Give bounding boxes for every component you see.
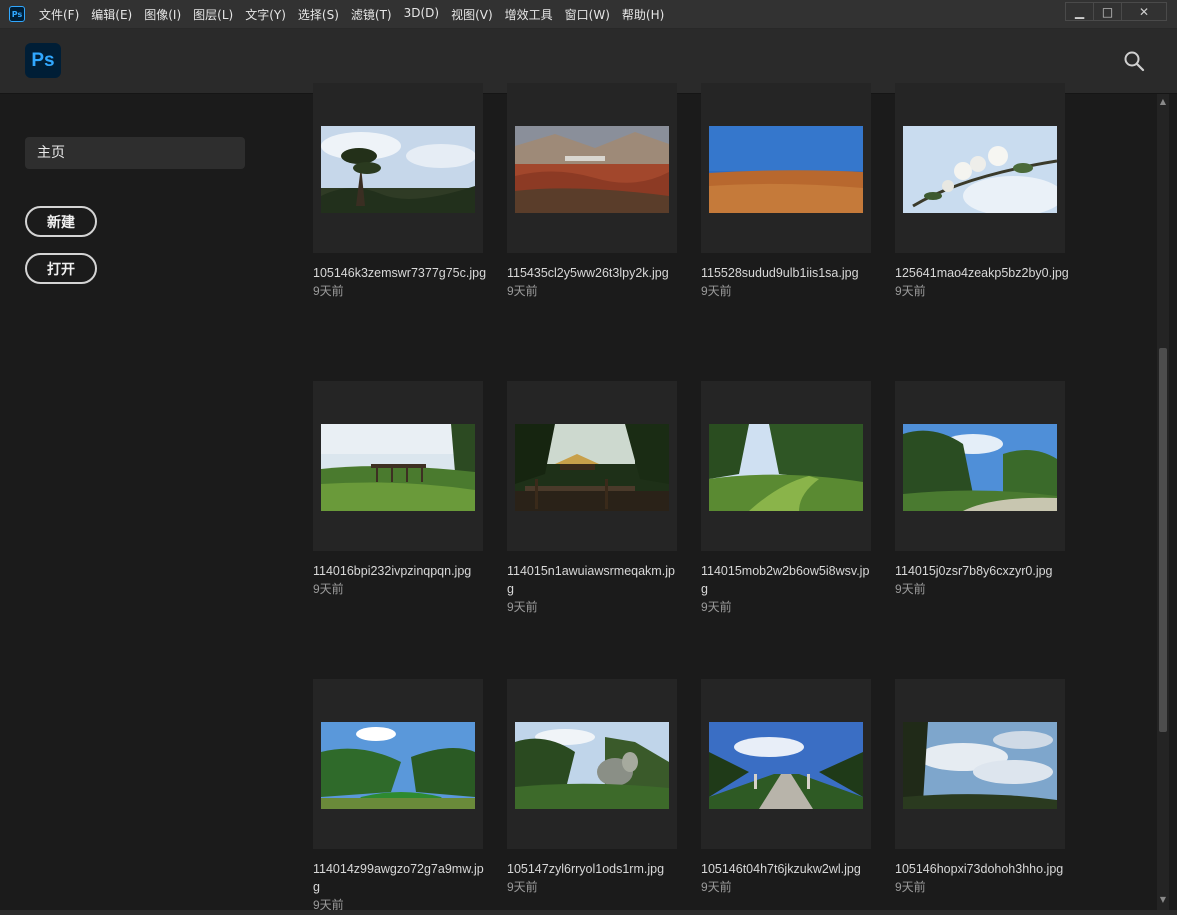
file-name-block: 115435cl2y5ww26t3lpy2k.jpg 9天前	[507, 264, 681, 301]
file-name-block: 105146k3zemswr7377g75c.jpg 9天前	[313, 264, 487, 301]
file-name-block: 105146hopxi73dohoh3hho.jpg 9天前	[895, 860, 1069, 897]
thumbnail-image	[903, 424, 1057, 511]
file-modified-time: 9天前	[701, 284, 732, 298]
menu-item[interactable]: 文件(F)	[33, 6, 85, 23]
menu-item[interactable]: 编辑(E)	[85, 6, 138, 23]
file-name[interactable]: 114015j0zsr7b8y6cxzyr0.jpg	[895, 564, 1053, 578]
sidebar-item-home[interactable]: 主页	[25, 137, 245, 169]
menu-item[interactable]: 帮助(H)	[616, 6, 670, 23]
file-modified-time: 9天前	[701, 600, 732, 614]
file-name-block: 114015n1awuiawsrmeqakm.jpg 9天前	[507, 562, 681, 617]
file-name-block: 115528sudud9ulb1iis1sa.jpg 9天前	[701, 264, 875, 301]
thumbnail-image	[515, 126, 669, 213]
thumbnail-image	[709, 126, 863, 213]
scrollbar-thumb[interactable]	[1159, 348, 1167, 732]
menu-item[interactable]: 3D(D)	[398, 6, 445, 23]
file-modified-time: 9天前	[895, 582, 926, 596]
file-name[interactable]: 115528sudud9ulb1iis1sa.jpg	[701, 266, 859, 280]
menu-item[interactable]: 滤镜(T)	[345, 6, 398, 23]
thumbnail-image	[321, 424, 475, 511]
file-name[interactable]: 114015n1awuiawsrmeqakm.jpg	[507, 564, 675, 596]
file-thumbnail[interactable]	[895, 679, 1065, 849]
scroll-down-arrow[interactable]: ▼	[1157, 893, 1169, 907]
file-thumbnail[interactable]	[313, 679, 483, 849]
scroll-up-arrow[interactable]: ▲	[1157, 95, 1169, 109]
file-name[interactable]: 114016bpi232ivpzinqpqn.jpg	[313, 564, 471, 578]
file-name-block: 114016bpi232ivpzinqpqn.jpg 9天前	[313, 562, 487, 599]
file-name[interactable]: 105146t04h7t6jkzukw2wl.jpg	[701, 862, 861, 876]
maximize-button[interactable]: □	[1093, 2, 1122, 21]
file-name-block: 105146t04h7t6jkzukw2wl.jpg 9天前	[701, 860, 875, 897]
file-thumbnail[interactable]	[507, 83, 677, 253]
file-modified-time: 9天前	[507, 880, 538, 894]
file-name[interactable]: 115435cl2y5ww26t3lpy2k.jpg	[507, 266, 669, 280]
file-thumbnail[interactable]	[313, 381, 483, 551]
file-name[interactable]: 105146k3zemswr7377g75c.jpg	[313, 266, 486, 280]
thumbnail-image	[515, 424, 669, 511]
file-modified-time: 9天前	[895, 880, 926, 894]
menu-item[interactable]: 增效工具	[499, 6, 559, 23]
search-button[interactable]	[1122, 49, 1146, 73]
file-name[interactable]: 125641mao4zeakp5bz2by0.jpg	[895, 266, 1069, 280]
thumbnail-image	[709, 722, 863, 809]
close-button[interactable]: ✕	[1121, 2, 1167, 21]
thumbnail-image	[321, 126, 475, 213]
file-modified-time: 9天前	[895, 284, 926, 298]
file-thumbnail[interactable]	[507, 381, 677, 551]
new-file-button[interactable]: 新建	[25, 206, 97, 237]
menu-item[interactable]: 视图(V)	[445, 6, 499, 23]
thumbnail-image	[903, 722, 1057, 809]
file-modified-time: 9天前	[313, 582, 344, 596]
file-thumbnail[interactable]	[701, 381, 871, 551]
thumbnail-image	[903, 126, 1057, 213]
open-file-button[interactable]: 打开	[25, 253, 97, 284]
window-bottom-edge	[0, 910, 1177, 915]
menu-item[interactable]: 文字(Y)	[239, 6, 292, 23]
menu-item[interactable]: 选择(S)	[292, 6, 345, 23]
minimize-button[interactable]: ▁	[1065, 2, 1094, 21]
menu-bar: Ps 文件(F) 编辑(E) 图像(I) 图层(L) 文字(Y) 选择(S) 滤镜(T) 3D…	[0, 0, 1177, 29]
file-name[interactable]: 114015mob2w2b6ow5i8wsv.jpg	[701, 564, 869, 596]
menu-item[interactable]: 窗口(W)	[559, 6, 616, 23]
file-name-block: 114015j0zsr7b8y6cxzyr0.jpg 9天前	[895, 562, 1069, 599]
thumbnail-image	[321, 722, 475, 809]
menu-items: 文件(F) 编辑(E) 图像(I) 图层(L) 文字(Y) 选择(S) 滤镜(T) 3D(D)…	[33, 6, 670, 23]
photoshop-app-icon[interactable]: Ps	[9, 6, 25, 22]
file-name[interactable]: 105147zyl6rryol1ods1rm.jpg	[507, 862, 664, 876]
file-modified-time: 9天前	[507, 600, 538, 614]
thumbnail-image	[515, 722, 669, 809]
file-modified-time: 9天前	[507, 284, 538, 298]
file-thumbnail[interactable]	[701, 83, 871, 253]
thumbnail-image	[709, 424, 863, 511]
window-controls: ▁ □ ✕	[1065, 2, 1167, 21]
file-thumbnail[interactable]	[895, 83, 1065, 253]
file-name-block: 114014z99awgzo72g7a9mw.jpg 9天前	[313, 860, 487, 915]
file-name[interactable]: 105146hopxi73dohoh3hho.jpg	[895, 862, 1063, 876]
file-modified-time: 9天前	[313, 284, 344, 298]
file-name-block: 114015mob2w2b6ow5i8wsv.jpg 9天前	[701, 562, 875, 617]
file-thumbnail[interactable]	[507, 679, 677, 849]
file-thumbnail[interactable]	[313, 83, 483, 253]
menu-item[interactable]: 图像(I)	[138, 6, 187, 23]
file-modified-time: 9天前	[701, 880, 732, 894]
search-icon	[1124, 51, 1145, 72]
file-name-block: 105147zyl6rryol1ods1rm.jpg 9天前	[507, 860, 681, 897]
file-name[interactable]: 114014z99awgzo72g7a9mw.jpg	[313, 862, 484, 894]
file-thumbnail[interactable]	[701, 679, 871, 849]
file-thumbnail[interactable]	[895, 381, 1065, 551]
file-name-block: 125641mao4zeakp5bz2by0.jpg 9天前	[895, 264, 1069, 301]
photoshop-logo: Ps	[25, 43, 61, 78]
menu-item[interactable]: 图层(L)	[187, 6, 239, 23]
